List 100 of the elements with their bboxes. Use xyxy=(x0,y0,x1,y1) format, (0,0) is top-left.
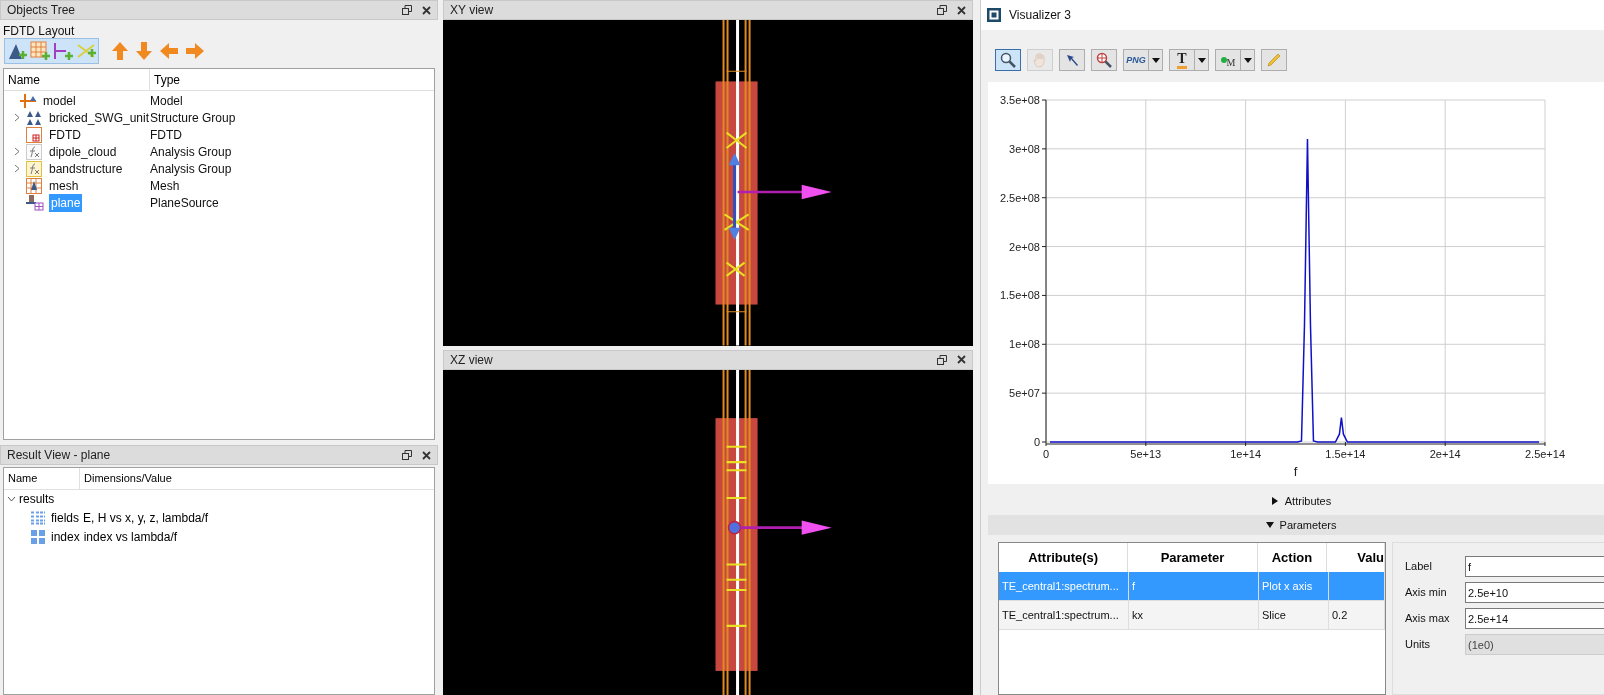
tree-item[interactable]: bandstructure xyxy=(47,159,125,178)
caret-icon[interactable] xyxy=(1197,57,1206,63)
pencil-icon xyxy=(1266,52,1282,68)
y-tick-label: 1.5e+08 xyxy=(999,289,1040,302)
x-tick-label: 2.5e+14 xyxy=(1524,448,1566,460)
type-cell-text: Structure Group xyxy=(149,109,236,127)
y-tick-label: 1e+08 xyxy=(1009,338,1040,351)
column-header: Name xyxy=(4,468,80,489)
model-icon xyxy=(20,93,36,108)
triangle-right-icon xyxy=(1270,497,1279,505)
toolbar-button[interactable]: M xyxy=(1215,49,1255,71)
chevron-right-icon[interactable] xyxy=(14,113,20,122)
toolbar-button[interactable]: T xyxy=(1169,49,1209,71)
grid-box-icon xyxy=(26,126,42,143)
table-cell: Plot x axis xyxy=(1259,572,1329,600)
type-cell-text: Analysis Group xyxy=(149,143,232,161)
section-header[interactable]: Attributes xyxy=(988,491,1604,511)
grid-icon xyxy=(31,529,45,544)
tree-item[interactable]: bricked_SWG_unit xyxy=(47,108,152,127)
type-cell-text: Mesh xyxy=(149,177,180,195)
tree-row[interactable]: bandstructure Analysis Group xyxy=(4,160,434,177)
view-canvas[interactable] xyxy=(443,20,973,346)
x-tick-label: 5e+13 xyxy=(1130,448,1162,460)
value-cell-text: E, H vs x, y, z, lambda/f xyxy=(83,509,209,527)
table-cell: Slice xyxy=(1259,601,1329,629)
parameter-row[interactable]: TE_central1:spectrum... kx Slice 0.2 xyxy=(999,601,1385,630)
close-icon[interactable] xyxy=(422,450,431,460)
float-icon[interactable] xyxy=(402,450,412,460)
toolbar-button[interactable] xyxy=(1059,49,1085,71)
table-cell: f xyxy=(1129,572,1259,600)
tree-item[interactable]: index xyxy=(51,527,80,546)
tree-item[interactable]: model xyxy=(41,91,78,110)
add-monitor-icon[interactable] xyxy=(53,41,73,61)
column-header: Name xyxy=(4,69,150,90)
type-cell-text: Analysis Group xyxy=(149,160,232,178)
y-tick-label: 3e+08 xyxy=(1009,142,1040,155)
float-icon[interactable] xyxy=(937,354,947,365)
text-tool-label: T xyxy=(1177,51,1187,69)
app-icon xyxy=(987,8,1001,22)
type-cell-text: Model xyxy=(149,92,183,110)
x-tick-label: 1.5e+14 xyxy=(1325,448,1366,460)
tree-item[interactable]: mesh xyxy=(47,176,81,195)
view-canvas[interactable] xyxy=(443,369,973,695)
tree-row[interactable]: FDTD FDTD xyxy=(4,126,434,143)
tree-row[interactable]: plane PlaneSource xyxy=(4,194,434,211)
caret-icon[interactable] xyxy=(1243,57,1252,63)
y-tick-label: 5e+07 xyxy=(1009,387,1040,400)
input-field[interactable]: 2.5e+14 xyxy=(1465,608,1604,629)
y-tick-label: 0 xyxy=(1033,436,1040,448)
panel-title: XZ view xyxy=(450,351,494,369)
tree-row[interactable]: dipole_cloud Analysis Group xyxy=(4,143,434,160)
tree-item[interactable]: dipole_cloud xyxy=(47,142,119,161)
x-tick-label: 1e+14 xyxy=(1230,448,1262,460)
pointer-icon xyxy=(1065,53,1079,67)
source-dot xyxy=(727,520,742,535)
tree-item[interactable]: FDTD xyxy=(47,125,83,144)
column-header: Dimensions/Value xyxy=(83,471,173,487)
column-header: Type xyxy=(153,71,181,89)
close-icon[interactable] xyxy=(957,5,966,15)
x-axis-label: f xyxy=(1293,464,1298,479)
x-tick-label: 0 xyxy=(1042,448,1050,460)
tree-row[interactable]: model Model xyxy=(4,92,434,109)
source-icon xyxy=(26,194,44,211)
triangle-down-icon xyxy=(1265,521,1274,529)
tree-row[interactable]: mesh Mesh xyxy=(4,177,434,194)
input-field[interactable]: f xyxy=(1465,556,1604,577)
magnifier-icon xyxy=(1000,52,1016,68)
y-tick-label: 3.5e+08 xyxy=(999,94,1040,106)
close-icon[interactable] xyxy=(422,5,431,15)
target-zoom-icon xyxy=(1096,52,1112,68)
caret-icon[interactable] xyxy=(1151,57,1160,63)
close-icon[interactable] xyxy=(957,355,966,364)
tree-row[interactable]: bricked_SWG_unitStructure Group xyxy=(4,109,434,126)
field-label: Label xyxy=(1405,559,1433,575)
dotted-grid-icon xyxy=(31,510,45,525)
float-icon[interactable] xyxy=(402,5,412,15)
toolbar-button[interactable] xyxy=(1091,49,1117,71)
tree-item[interactable]: fields xyxy=(51,508,79,527)
png-label: PNG xyxy=(1126,55,1146,65)
table-cell: TE_central1:spectrum... xyxy=(999,572,1129,600)
toolbar-button[interactable] xyxy=(995,49,1021,71)
tree-item[interactable]: results xyxy=(19,490,55,508)
function-icon xyxy=(26,160,42,177)
y-tick-label: 2.5e+08 xyxy=(999,191,1040,204)
table-cell: kx xyxy=(1129,601,1259,629)
input-field[interactable]: 2.5e+10 xyxy=(1465,582,1604,603)
window-title: Visualizer 3 xyxy=(1009,7,1071,24)
triangles-icon xyxy=(26,110,42,125)
type-cell-text: FDTD xyxy=(149,126,182,144)
panel-title: Objects Tree xyxy=(7,2,77,19)
table-cell: TE_central1:spectrum... xyxy=(999,601,1129,629)
chevron-down-icon[interactable] xyxy=(7,496,16,502)
panel-title: Result View - plane xyxy=(7,447,112,464)
field-label: Axis max xyxy=(1405,611,1451,627)
marker-tool-label: M xyxy=(1226,57,1236,68)
function-icon xyxy=(26,143,42,160)
section-header[interactable]: Parameters xyxy=(988,515,1604,535)
float-icon[interactable] xyxy=(937,5,947,15)
marker-dot-icon xyxy=(1220,57,1227,63)
toolbar-button[interactable]: PNG xyxy=(1123,49,1163,71)
